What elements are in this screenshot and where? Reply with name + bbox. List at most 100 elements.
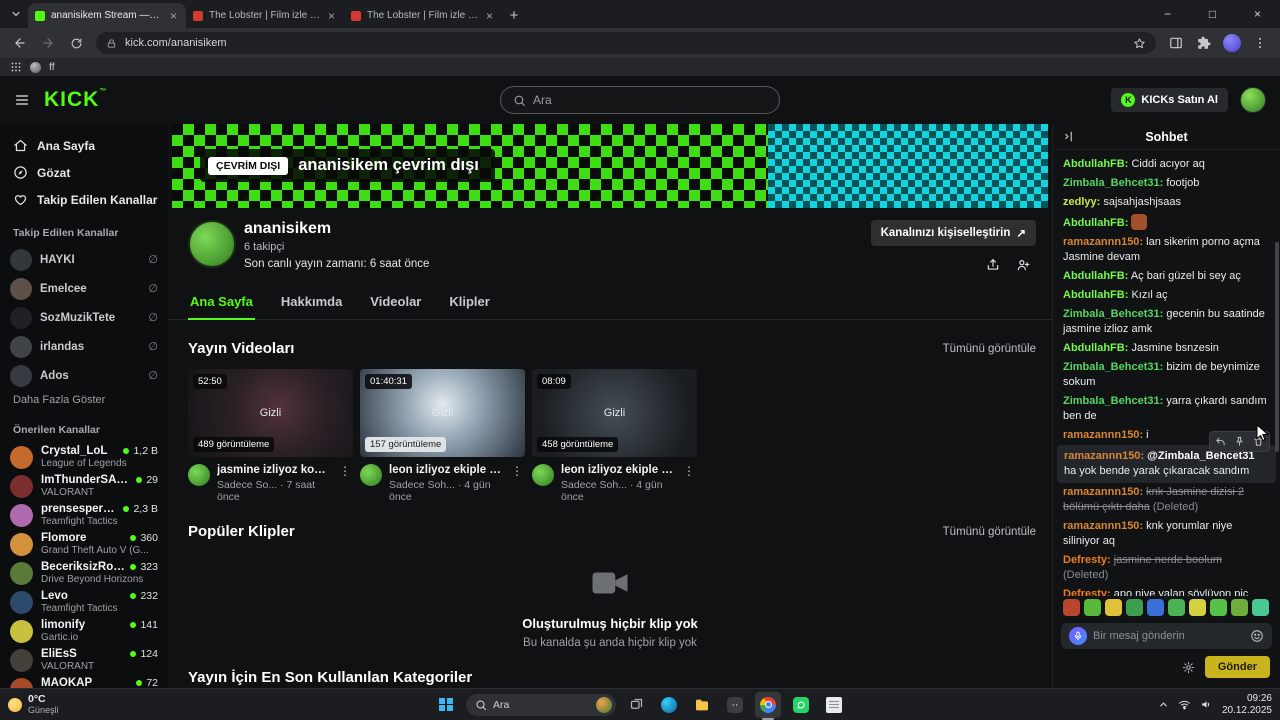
taskbar-search[interactable]	[466, 693, 616, 716]
chat-username[interactable]: AbdullahFB	[1063, 270, 1128, 282]
chat-message[interactable]: Zimbala_Behcet31 bizim de beynimize soku…	[1053, 358, 1280, 392]
tab-close-icon[interactable]: ×	[168, 9, 179, 23]
hamburger-menu-icon[interactable]	[14, 92, 30, 108]
reload-button[interactable]	[64, 31, 88, 55]
kick-logo[interactable]: KICK™	[44, 88, 107, 112]
chat-username[interactable]: Zimbala_Behcet31	[1063, 361, 1163, 373]
chat-settings-icon[interactable]	[1182, 661, 1195, 674]
task-view-icon[interactable]	[623, 692, 649, 718]
tab-about[interactable]: Hakkımda	[279, 286, 344, 319]
browser-tab-active[interactable]: ananisikem Stream — Watch Liv ×	[28, 3, 186, 28]
chat-message[interactable]: Zimbala_Behcet31 gecenin bu saatinde jas…	[1053, 305, 1280, 339]
kick-search-input[interactable]	[533, 93, 767, 107]
apps-grid-icon[interactable]	[10, 61, 22, 73]
followed-channel[interactable]: Emelcee ∅	[0, 274, 168, 303]
customize-channel-button[interactable]: Kanalınızı kişiselleştirin ↗	[870, 220, 1036, 246]
tab-clips[interactable]: Klipler	[447, 286, 491, 319]
chat-input[interactable]	[1061, 623, 1272, 649]
pin-icon[interactable]	[1231, 434, 1248, 449]
channel-profile-avatar[interactable]	[188, 220, 236, 268]
chat-message[interactable]: Zimbala_Behcet31 footjob	[1053, 174, 1280, 193]
tab-videos[interactable]: Videolar	[368, 286, 423, 319]
browser-profile-avatar[interactable]	[1220, 31, 1244, 55]
chat-username[interactable]: ramazannn150	[1063, 236, 1143, 248]
recommended-channel[interactable]: ImThunderSAGA 29 VALORANT	[0, 471, 168, 500]
tray-chevron-icon[interactable]	[1158, 699, 1169, 710]
video-thumbnail[interactable]: 08:09 Gizli 458 görüntüleme	[532, 369, 697, 457]
chat-username[interactable]: Zimbala_Behcet31	[1063, 308, 1163, 320]
video-title[interactable]: leon izliyoz ekiple ye...	[561, 464, 674, 476]
video-menu-icon[interactable]: ⋮	[509, 464, 525, 478]
new-tab-button[interactable]: +	[502, 3, 526, 27]
chat-message[interactable]: AbdullahFB Ciddi acıyor aq	[1053, 155, 1280, 174]
sidebar-item-browse[interactable]: Gözat	[0, 159, 168, 186]
chat-username[interactable]: AbdullahFB	[1063, 289, 1128, 301]
send-button[interactable]: Gönder	[1204, 656, 1270, 678]
user-avatar[interactable]	[1240, 87, 1266, 113]
recommended-channel[interactable]: Flomore 360 Grand Theft Auto V (G...	[0, 529, 168, 558]
user-add-icon[interactable]	[1016, 258, 1030, 272]
emoji-picker-icon[interactable]	[1250, 629, 1264, 643]
chat-message[interactable]: AbdullahFB Aç bari güzel bi sey aç	[1053, 267, 1280, 286]
chat-message-input[interactable]	[1093, 630, 1244, 642]
tab-search-icon[interactable]	[4, 2, 28, 26]
video-menu-icon[interactable]: ⋮	[337, 464, 353, 478]
emote-icon[interactable]	[1084, 599, 1101, 616]
chat-messages[interactable]: AbdullahFB Ciddi acıyor aq Zimbala_Behce…	[1053, 150, 1280, 596]
chat-message[interactable]: AbdullahFB Kızıl aç	[1053, 286, 1280, 305]
recommended-channel[interactable]: BeceriksizRome0323Drive Beyond Horizons	[0, 558, 168, 587]
back-button[interactable]	[8, 31, 32, 55]
kick-search-bar[interactable]	[500, 86, 780, 114]
chat-message-highlighted[interactable]: ramazannn150 @Zimbala_Behcet31 ha yok be…	[1057, 431, 1276, 483]
tab-close-icon[interactable]: ×	[326, 9, 337, 23]
whatsapp-icon[interactable]	[788, 692, 814, 718]
chat-emote-icon[interactable]	[1131, 214, 1148, 230]
emote-icon[interactable]	[1189, 599, 1206, 616]
emote-icon[interactable]	[1252, 599, 1269, 616]
emote-icon[interactable]	[1168, 599, 1185, 616]
notepad-icon[interactable]	[821, 692, 847, 718]
start-button[interactable]	[433, 692, 459, 718]
video-title[interactable]: jasmine izliyoz koş g...	[217, 464, 330, 476]
chat-username[interactable]: Defresty	[1063, 588, 1111, 596]
browser-tab[interactable]: The Lobster | Film izle | HD Film ×	[344, 3, 502, 28]
chrome-icon[interactable]	[755, 691, 781, 718]
emote-icon[interactable]	[1063, 599, 1080, 616]
chat-message[interactable]: ramazannn150 lan sikerim porno açma Jasm…	[1053, 233, 1280, 267]
clips-view-all-link[interactable]: Tümünü görüntüle	[943, 526, 1036, 538]
browser-tab[interactable]: The Lobster | Film izle | HD Film ×	[186, 3, 344, 28]
reply-icon[interactable]	[1212, 434, 1229, 449]
share-icon[interactable]	[986, 258, 1000, 272]
sidebar-item-followed[interactable]: Takip Edilen Kanallar	[0, 186, 168, 213]
chat-collapse-icon[interactable]	[1062, 130, 1075, 143]
emote-icon[interactable]	[1210, 599, 1227, 616]
video-card[interactable]: 01:40:31 Gizli 157 görüntüleme leon izli…	[360, 369, 525, 503]
wifi-icon[interactable]	[1178, 698, 1191, 711]
chat-message[interactable]: AbdullahFB	[1053, 212, 1280, 233]
recommended-channel[interactable]: Levo 232 Teamfight Tactics	[0, 587, 168, 616]
chat-scrollbar[interactable]	[1275, 242, 1279, 452]
followed-channel[interactable]: SozMuzikTete ∅	[0, 303, 168, 332]
chat-message[interactable]: ramazannn150 knk yorumlar niye siliniyor…	[1053, 517, 1280, 551]
videos-view-all-link[interactable]: Tümünü görüntüle	[943, 343, 1036, 355]
browser-menu-icon[interactable]	[1248, 31, 1272, 55]
recommended-channel[interactable]: prensesperver 2,3 B Teamfight Tactics	[0, 500, 168, 529]
chat-username[interactable]: ramazannn150	[1063, 520, 1143, 532]
video-menu-icon[interactable]: ⋮	[681, 464, 697, 478]
edge-icon[interactable]	[656, 692, 682, 718]
video-title[interactable]: leon izliyoz ekiple ye...	[389, 464, 502, 476]
followed-channel[interactable]: irlandas ∅	[0, 332, 168, 361]
address-bar[interactable]: kick.com/ananisikem	[96, 32, 1156, 54]
chat-username[interactable]: AbdullahFB	[1063, 217, 1128, 229]
extensions-icon[interactable]	[1192, 31, 1216, 55]
recommended-channel[interactable]: EliEsS 124 VALORANT	[0, 645, 168, 674]
buy-kicks-button[interactable]: K KICKs Satın Al	[1111, 88, 1228, 112]
window-minimize-button[interactable]: −	[1145, 0, 1190, 28]
video-thumbnail[interactable]: 52:50 Gizli 489 görüntüleme	[188, 369, 353, 457]
chat-username[interactable]: AbdullahFB	[1063, 158, 1128, 170]
recommended-channel[interactable]: limonify 141 Gartic.io	[0, 616, 168, 645]
chat-message[interactable]: AbdullahFB Jasmine bsnzesin	[1053, 339, 1280, 358]
window-close-button[interactable]: ×	[1235, 0, 1280, 28]
recommended-channel[interactable]: MAOKAP 72	[0, 674, 168, 688]
tab-close-icon[interactable]: ×	[484, 9, 495, 23]
